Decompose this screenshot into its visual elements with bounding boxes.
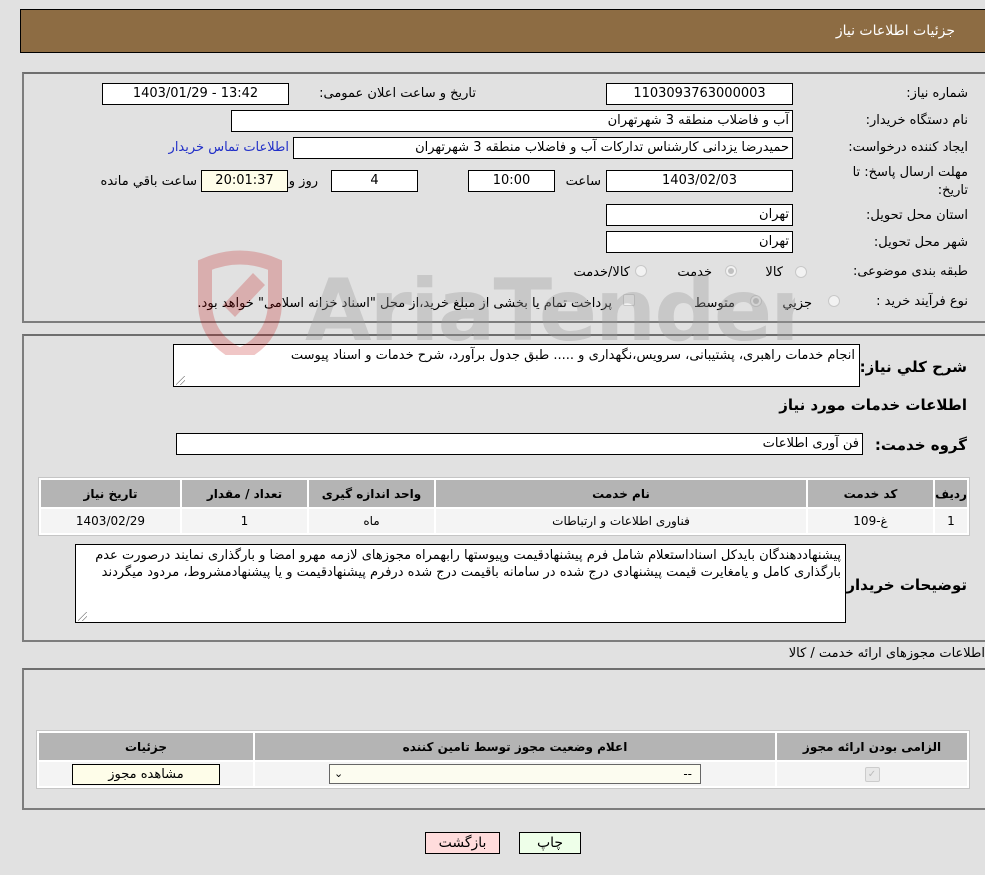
buyer-org-field[interactable]: آب و فاضلاب منطقه 3 شهرتهران (231, 110, 793, 132)
cell-service-code: غ-109 (808, 509, 933, 533)
buyer-notes-textarea[interactable]: پیشنهاددهندگان بایدکل اسناداستعلام شامل … (75, 544, 846, 623)
remaining-time-label: ساعت باقي مانده (100, 174, 197, 189)
col-service-name: نام خدمت (436, 480, 806, 507)
remaining-time-field: 20:01:37 (201, 170, 288, 192)
cell-permit-status: ⌄ -- (255, 762, 775, 786)
summary-textarea[interactable]: انجام خدمات راهبری، پشتیبانی، سرویس،نگهد… (173, 344, 860, 387)
need-number-field[interactable]: 1103093763000003 (606, 83, 793, 105)
city-field[interactable]: تهران (606, 231, 793, 253)
col-unit: واحد اندازه گیری (309, 480, 434, 507)
col-need-date: تاریخ نیاز (41, 480, 180, 507)
category-option-service: خدمت (677, 265, 712, 280)
announce-date-label: تاریخ و ساعت اعلان عمومی: (319, 86, 476, 101)
service-group-field[interactable]: فن آوری اطلاعات (176, 433, 863, 455)
province-label: استان محل تحویل: (866, 208, 968, 223)
need-number-label: شماره نیاز: (906, 86, 968, 101)
deadline-label: مهلت ارسال پاسخ: تا (852, 165, 968, 180)
print-button[interactable]: چاپ (519, 832, 581, 854)
process-option-medium: متوسط (694, 296, 735, 311)
cell-permit-required: ✓ (777, 762, 967, 786)
col-quantity: تعداد / مقدار (182, 480, 307, 507)
col-permit-details: جزئیات (39, 733, 253, 760)
buyer-notes-label: توضیحات خریدار: (840, 576, 967, 594)
view-permit-button[interactable]: مشاهده مجوز (72, 763, 220, 785)
table-row: 1 غ-109 فناوری اطلاعات و ارتباطات ماه 1 … (41, 509, 967, 533)
permits-table-header: الزامی بودن ارائه مجوز اعلام وضعیت مجوز … (39, 733, 967, 760)
process-radio-minor[interactable] (828, 295, 840, 307)
category-label: طبقه بندی موضوعی: (852, 264, 968, 279)
col-permit-required: الزامی بودن ارائه مجوز (777, 733, 967, 760)
process-type-label: نوع فرآیند خرید : (876, 294, 968, 309)
permit-required-checkbox: ✓ (864, 767, 880, 782)
permit-status-value: -- (683, 767, 692, 781)
deadline-time-label: ساعت (565, 174, 601, 189)
treasury-checkbox[interactable] (623, 294, 635, 306)
summary-label: شرح کلي نياز: (859, 358, 967, 376)
creator-label: ایجاد کننده درخواست: (848, 140, 968, 155)
resize-grip-icon[interactable] (78, 612, 87, 621)
cell-row-number: 1 (935, 509, 967, 533)
category-radio-service[interactable] (725, 265, 737, 277)
cell-quantity: 1 (182, 509, 307, 533)
deadline-date-field[interactable]: 1403/02/03 (606, 170, 793, 192)
category-radio-goods[interactable] (795, 266, 807, 278)
treasury-checkbox-label: پرداخت تمام یا بخشی از مبلغ خرید،از محل … (197, 296, 612, 311)
city-label: شهر محل تحویل: (873, 235, 968, 250)
page-header: جزئیات اطلاعات نیاز (20, 9, 985, 53)
process-radio-medium[interactable] (750, 295, 762, 307)
category-radio-goods-service[interactable] (635, 265, 647, 277)
permit-status-select[interactable]: ⌄ -- (329, 764, 701, 784)
category-option-goods-service: کالا/خدمت (573, 265, 630, 280)
services-heading: اطلاعات خدمات مورد نیاز (779, 396, 967, 414)
col-service-code: کد خدمت (808, 480, 933, 507)
creator-field[interactable]: حمیدرضا یزدانی کارشناس تدارکات آب و فاضل… (293, 137, 793, 159)
summary-text: انجام خدمات راهبری، پشتیبانی، سرویس،نگهد… (290, 348, 855, 363)
chevron-down-icon: ⌄ (334, 767, 344, 780)
resize-grip-icon[interactable] (176, 376, 185, 385)
page-title: جزئیات اطلاعات نیاز (835, 23, 955, 39)
days-label: روز و (288, 174, 318, 189)
process-option-minor: جزيي (782, 296, 812, 311)
buyer-notes-text: پیشنهاددهندگان بایدکل اسناداستعلام شامل … (95, 548, 841, 580)
cell-service-name: فناوری اطلاعات و ارتباطات (436, 509, 806, 533)
permits-section-title: اطلاعات مجوزهای ارائه خدمت / کالا (788, 646, 985, 661)
col-permit-status: اعلام وضعیت مجوز توسط تامین کننده (255, 733, 775, 760)
service-group-label: گروه خدمت: (874, 436, 967, 454)
col-row-number: ردیف (935, 480, 967, 507)
cell-permit-details: مشاهده مجوز (39, 762, 253, 786)
buyer-org-label: نام دستگاه خریدار: (865, 113, 968, 128)
permits-table: الزامی بودن ارائه مجوز اعلام وضعیت مجوز … (36, 730, 970, 789)
remaining-days-field[interactable]: 4 (331, 170, 418, 192)
cell-need-date: 1403/02/29 (41, 509, 180, 533)
deadline-time-field[interactable]: 10:00 (468, 170, 555, 192)
services-table: ردیف کد خدمت نام خدمت واحد اندازه گیری ت… (38, 477, 970, 536)
services-table-header: ردیف کد خدمت نام خدمت واحد اندازه گیری ت… (41, 480, 967, 507)
buyer-contact-link[interactable]: اطلاعات تماس خریدار (169, 140, 289, 155)
back-button[interactable]: بازگشت (425, 832, 500, 854)
cell-unit: ماه (309, 509, 434, 533)
table-row: ✓ ⌄ -- مشاهده مجوز (39, 762, 967, 786)
province-field[interactable]: تهران (606, 204, 793, 226)
deadline-label-date: تاریخ: (937, 183, 968, 198)
category-option-goods: کالا (765, 265, 783, 280)
announce-date-field[interactable]: 1403/01/29 - 13:42 (102, 83, 289, 105)
